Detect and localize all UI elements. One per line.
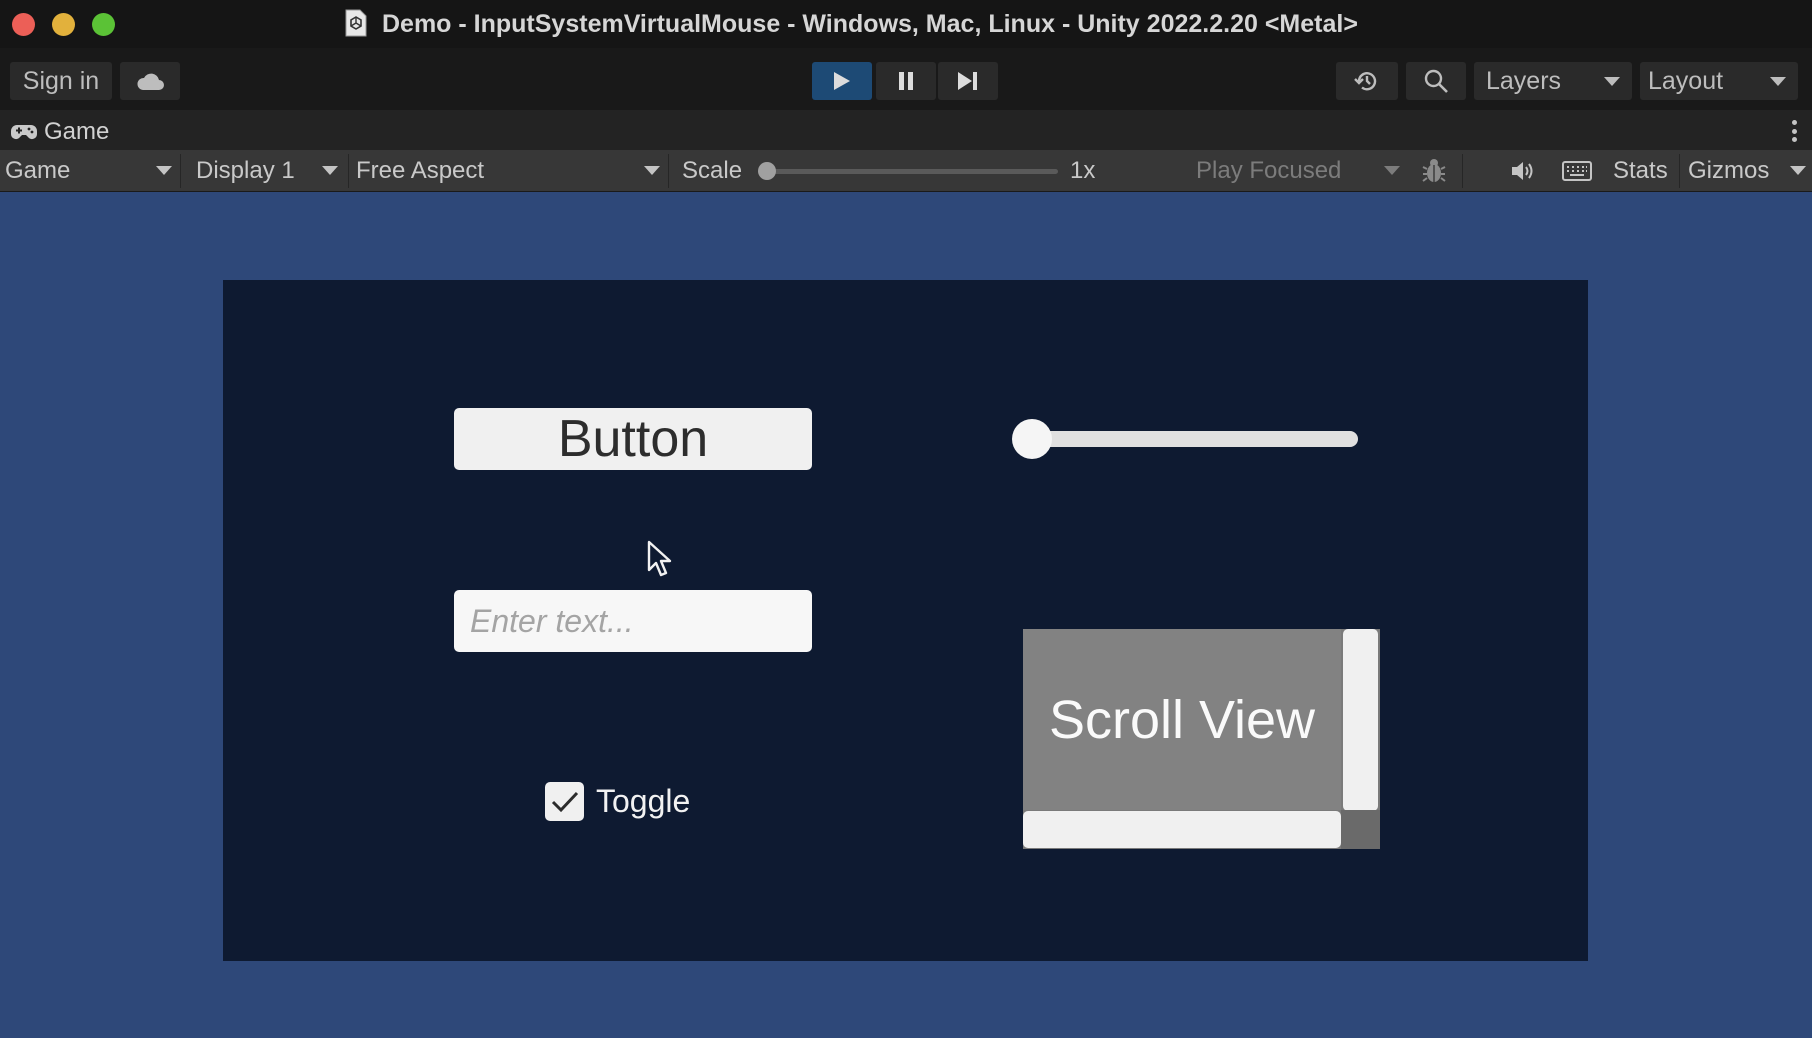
search-button[interactable] bbox=[1406, 62, 1466, 100]
chevron-down-icon bbox=[322, 166, 338, 175]
toggle-label: Toggle bbox=[596, 783, 691, 819]
gizmos-button[interactable]: Gizmos bbox=[1688, 150, 1769, 192]
step-button[interactable] bbox=[938, 62, 998, 100]
close-window-button[interactable] bbox=[12, 13, 35, 36]
undo-history-button[interactable] bbox=[1336, 62, 1398, 100]
step-icon bbox=[958, 72, 977, 90]
scale-label: Scale bbox=[682, 157, 743, 184]
mouse-cursor-icon bbox=[647, 540, 672, 577]
mute-audio-button[interactable] bbox=[1510, 150, 1536, 192]
unity-document-icon bbox=[345, 9, 367, 37]
main-toolbar: Sign in Layers Layout bbox=[0, 48, 1812, 110]
minimize-window-button[interactable] bbox=[52, 13, 75, 36]
game-text-input[interactable] bbox=[454, 590, 812, 652]
aspect-label: Free Aspect bbox=[356, 157, 485, 184]
debug-button[interactable] bbox=[1420, 150, 1448, 192]
chevron-down-icon bbox=[1604, 77, 1620, 86]
game-slider-track[interactable] bbox=[1018, 431, 1358, 447]
display-dropdown[interactable]: Display 1 bbox=[196, 150, 342, 192]
sign-in-button[interactable]: Sign in bbox=[10, 62, 112, 100]
cloud-button[interactable] bbox=[120, 62, 180, 100]
play-mode-label: Play Focused bbox=[1196, 157, 1342, 184]
chevron-down-icon bbox=[1384, 166, 1400, 175]
game-view-label: Game bbox=[5, 157, 71, 184]
layout-dropdown[interactable]: Layout bbox=[1640, 62, 1798, 100]
pause-button[interactable] bbox=[876, 62, 936, 100]
bug-icon bbox=[1422, 159, 1446, 182]
keyboard-shortcuts-button[interactable] bbox=[1562, 150, 1592, 192]
stats-button[interactable]: Stats bbox=[1613, 150, 1668, 192]
game-scroll-view[interactable]: Scroll View bbox=[1023, 629, 1380, 849]
gamepad-icon bbox=[11, 125, 37, 139]
horizontal-scrollbar-handle[interactable] bbox=[1023, 811, 1341, 848]
game-toggle[interactable]: Toggle bbox=[545, 782, 690, 821]
checkmark-icon bbox=[551, 791, 578, 812]
window-title: Demo - InputSystemVirtualMouse - Windows… bbox=[382, 10, 1358, 38]
vertical-scrollbar-handle[interactable] bbox=[1343, 629, 1378, 811]
more-options-icon[interactable] bbox=[1792, 120, 1798, 142]
chevron-down-icon bbox=[644, 166, 660, 175]
scale-slider-handle[interactable] bbox=[758, 162, 776, 180]
history-icon bbox=[1354, 72, 1377, 91]
scale-slider-track[interactable] bbox=[764, 169, 1058, 174]
game-button[interactable]: Button bbox=[454, 408, 812, 470]
game-view-dropdown[interactable]: Game bbox=[5, 150, 173, 192]
play-mode-dropdown[interactable]: Play Focused bbox=[1196, 150, 1404, 192]
pause-icon bbox=[899, 72, 913, 90]
ui-canvas-panel bbox=[223, 280, 1588, 961]
scrollbar-corner bbox=[1341, 810, 1380, 849]
keyboard-icon bbox=[1562, 161, 1592, 181]
gizmos-chevron-down-icon[interactable] bbox=[1790, 166, 1806, 175]
toggle-checkbox[interactable] bbox=[545, 782, 584, 821]
layers-label: Layers bbox=[1486, 66, 1562, 95]
layers-dropdown[interactable]: Layers bbox=[1474, 62, 1632, 100]
window-title-bar: Demo - InputSystemVirtualMouse - Windows… bbox=[0, 0, 1812, 48]
game-slider-handle[interactable] bbox=[1012, 419, 1052, 459]
aspect-dropdown[interactable]: Free Aspect bbox=[356, 150, 662, 192]
scale-value: 1x bbox=[1070, 157, 1096, 184]
search-icon bbox=[1424, 69, 1448, 93]
zoom-window-button[interactable] bbox=[92, 13, 115, 36]
play-icon bbox=[834, 72, 850, 90]
display-label: Display 1 bbox=[196, 157, 295, 184]
speaker-icon bbox=[1512, 162, 1533, 180]
tab-game[interactable]: Game bbox=[10, 118, 109, 146]
layout-label: Layout bbox=[1648, 66, 1724, 95]
chevron-down-icon bbox=[1770, 77, 1786, 86]
game-tab-bar: Game bbox=[0, 110, 1812, 150]
cloud-icon bbox=[137, 73, 164, 90]
scroll-view-content: Scroll View bbox=[1048, 689, 1316, 750]
tab-game-label: Game bbox=[44, 118, 110, 145]
play-button[interactable] bbox=[812, 62, 872, 100]
chevron-down-icon bbox=[156, 166, 172, 175]
